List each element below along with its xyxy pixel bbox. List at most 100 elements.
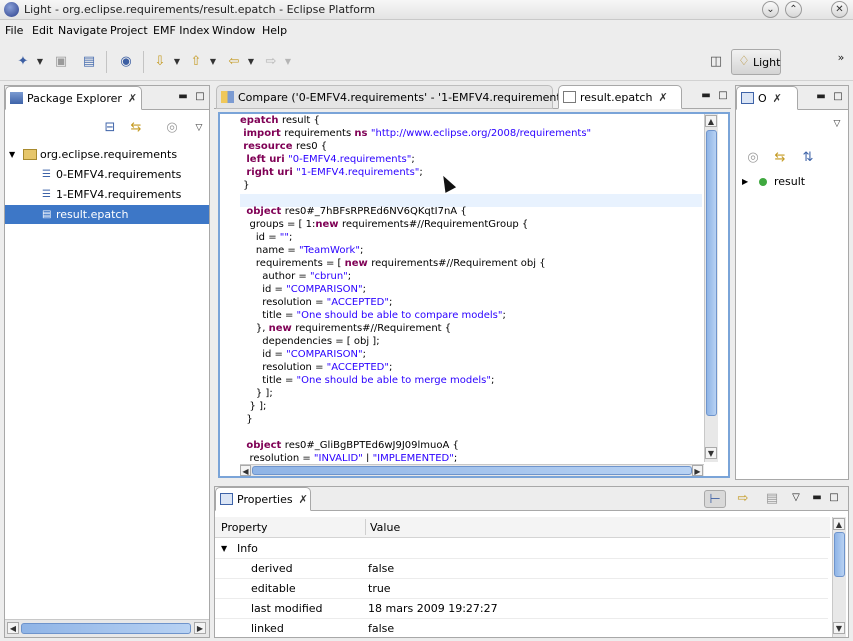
scroll-right-icon[interactable]: ▶: [692, 465, 703, 476]
code-line[interactable]: resource res0 {: [240, 140, 327, 153]
code-line[interactable]: title = "One should be able to compare m…: [240, 309, 506, 322]
maximize-view-icon[interactable]: □: [193, 90, 207, 104]
minimize-view-icon[interactable]: ▬: [814, 90, 828, 104]
column-divider[interactable]: [365, 519, 366, 535]
code-line[interactable]: groups = [ 1:new requirements#//Requirem…: [240, 218, 529, 231]
column-header-property[interactable]: Property: [221, 521, 268, 534]
close-icon[interactable]: ✗: [773, 92, 782, 105]
menu-help[interactable]: Help: [262, 24, 287, 37]
show-categories-icon[interactable]: ⊢: [704, 490, 726, 508]
code-line[interactable]: resolution = "INVALID" | "IMPLEMENTED";: [240, 452, 458, 462]
editor-horizontal-scrollbar[interactable]: ◀ ▶: [240, 464, 704, 476]
property-row[interactable]: editable true: [215, 579, 828, 599]
show-advanced-icon[interactable]: ⇨: [734, 490, 752, 508]
maximize-view-icon[interactable]: □: [831, 90, 845, 104]
toolbar-overflow-icon[interactable]: »: [832, 49, 850, 67]
code-area[interactable]: epatch result { import requirements ns "…: [240, 114, 702, 462]
tree-item-file[interactable]: ☰ 1-EMFV4.requirements: [5, 185, 209, 204]
menu-window[interactable]: Window: [212, 24, 255, 37]
scrollbar-thumb[interactable]: [21, 623, 191, 634]
scrollbar-thumb[interactable]: [252, 466, 692, 475]
previous-annotation-dropdown-icon[interactable]: ▼: [204, 53, 222, 71]
menu-navigate[interactable]: Navigate: [58, 24, 107, 37]
epatch-editor[interactable]: epatch result { import requirements ns "…: [218, 112, 730, 478]
code-line[interactable]: import requirements ns "http://www.eclip…: [240, 127, 591, 140]
property-value[interactable]: false: [368, 619, 394, 639]
tab-properties[interactable]: Properties ✗: [215, 487, 311, 511]
minimize-window-button[interactable]: ⌄: [762, 1, 779, 18]
link-with-editor-icon[interactable]: ⇆: [771, 149, 789, 167]
scrollbar-thumb[interactable]: [834, 532, 845, 577]
menu-project[interactable]: Project: [110, 24, 148, 37]
filter-icon[interactable]: ◎: [744, 149, 762, 167]
close-icon[interactable]: ✗: [658, 91, 667, 104]
code-line[interactable]: requirements = [ new requirements#//Requ…: [240, 257, 546, 270]
code-line[interactable]: }, new requirements#//Requirement {: [240, 322, 451, 335]
perspective-light-button[interactable]: ♢ Light: [731, 49, 781, 75]
code-line[interactable]: left uri "0-EMFV4.requirements";: [240, 153, 414, 166]
property-value[interactable]: false: [368, 559, 394, 579]
print-icon[interactable]: ▤: [80, 53, 98, 71]
new-dropdown-icon[interactable]: ▼: [31, 53, 49, 71]
code-line[interactable]: resolution = "ACCEPTED";: [240, 296, 392, 309]
scroll-down-icon[interactable]: ▼: [833, 622, 845, 634]
maximize-window-button[interactable]: ⌃: [785, 1, 802, 18]
menu-emf-index[interactable]: EMF Index: [153, 24, 210, 37]
menu-edit[interactable]: Edit: [32, 24, 53, 37]
tree-item-file-selected[interactable]: ▤ result.epatch: [5, 205, 209, 224]
code-line[interactable]: author = "cbrun";: [240, 270, 351, 283]
back-dropdown-icon[interactable]: ▼: [242, 53, 260, 71]
code-line[interactable]: right uri "1-EMFV4.requirements";: [240, 166, 422, 179]
expand-arrow-icon[interactable]: ▶: [742, 172, 748, 191]
properties-vertical-scrollbar[interactable]: ▲ ▼: [832, 517, 846, 637]
editor-vertical-scrollbar[interactable]: ▲ ▼: [704, 114, 718, 462]
code-line[interactable]: name = "TeamWork";: [240, 244, 363, 257]
code-line[interactable]: }: [240, 413, 252, 426]
view-menu-icon[interactable]: ▽: [789, 491, 803, 505]
scroll-up-icon[interactable]: ▲: [833, 518, 845, 530]
open-perspective-icon[interactable]: ◫: [707, 53, 725, 71]
code-line[interactable]: dependencies = [ obj ];: [240, 335, 379, 348]
save-icon[interactable]: ▣: [52, 53, 70, 71]
back-icon[interactable]: ⇦: [225, 53, 243, 71]
code-line[interactable]: } ];: [240, 387, 273, 400]
code-line[interactable]: id = "COMPARISON";: [240, 283, 366, 296]
tab-result-epatch[interactable]: result.epatch ✗: [558, 85, 682, 109]
property-value[interactable]: true: [368, 579, 391, 599]
collapse-all-icon[interactable]: ⊟: [101, 119, 119, 137]
expand-arrow-icon[interactable]: ▼: [221, 539, 227, 559]
horizontal-scrollbar[interactable]: ◀ ▶: [5, 619, 209, 637]
forward-dropdown-icon[interactable]: ▼: [279, 53, 297, 71]
property-value[interactable]: 18 mars 2009 19:27:27: [368, 599, 498, 619]
sort-alphabetically-icon[interactable]: ⇅: [799, 149, 817, 167]
tab-compare[interactable]: Compare ('0-EMFV4.requirements' - '1-EMF…: [216, 85, 574, 109]
scrollbar-thumb[interactable]: [706, 130, 717, 416]
minimize-editor-icon[interactable]: ▬: [699, 89, 713, 103]
previous-annotation-icon[interactable]: ⇧: [187, 53, 205, 71]
code-line[interactable]: resolution = "ACCEPTED";: [240, 361, 392, 374]
open-type-icon[interactable]: ◉: [117, 53, 135, 71]
code-line[interactable]: object res0#_GliBgBPTEd6wJ9J09lmuoA {: [240, 439, 459, 452]
property-row[interactable]: derived false: [215, 559, 828, 579]
outline-item-result[interactable]: ▶ result: [736, 172, 848, 191]
forward-icon[interactable]: ⇨: [262, 53, 280, 71]
maximize-view-icon[interactable]: □: [827, 491, 841, 505]
category-row-info[interactable]: ▼ Info: [215, 539, 828, 559]
tree-item-project[interactable]: ▼ org.eclipse.requirements: [5, 145, 209, 164]
code-line[interactable]: epatch result {: [240, 114, 320, 127]
next-annotation-dropdown-icon[interactable]: ▼: [168, 53, 186, 71]
close-icon[interactable]: ✗: [299, 493, 308, 506]
column-header-value[interactable]: Value: [370, 521, 400, 534]
tree-item-file[interactable]: ☰ 0-EMFV4.requirements: [5, 165, 209, 184]
filters-icon[interactable]: ◎: [163, 119, 181, 137]
scroll-left-icon[interactable]: ◀: [7, 622, 19, 634]
scroll-right-icon[interactable]: ▶: [194, 622, 206, 634]
tab-package-explorer[interactable]: Package Explorer ✗: [5, 86, 143, 110]
scroll-left-icon[interactable]: ◀: [240, 465, 251, 476]
link-with-editor-icon[interactable]: ⇆: [127, 119, 145, 137]
close-window-button[interactable]: ✕: [831, 1, 848, 18]
code-line[interactable]: title = "One should be able to merge mod…: [240, 374, 494, 387]
close-icon[interactable]: ✗: [128, 92, 137, 105]
code-line[interactable]: id = "COMPARISON";: [240, 348, 366, 361]
new-wizard-icon[interactable]: ✦: [14, 53, 32, 71]
